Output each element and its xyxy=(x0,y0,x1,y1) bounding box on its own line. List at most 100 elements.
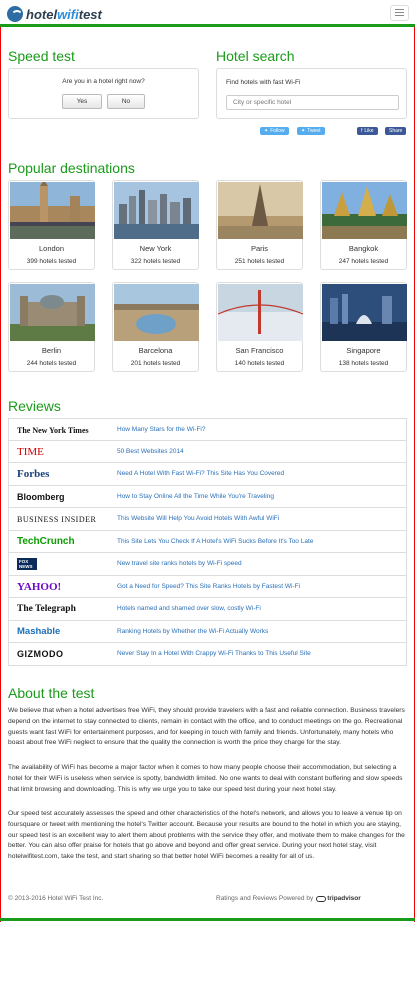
hotel-search-label: Find hotels with fast Wi-Fi xyxy=(226,79,301,86)
tweet-label: Tweet xyxy=(307,128,321,134)
techcrunch-logo: TechCrunch xyxy=(17,536,75,547)
review-row: BUSINESS INSIDER This Website Will Help … xyxy=(8,508,407,531)
review-row: TechCrunch This Site Lets You Check If A… xyxy=(8,530,407,553)
new-york-image xyxy=(114,182,199,239)
twitter-icon: ✦ xyxy=(264,128,269,134)
powered-by: Ratings and Reviews Powered by tripadvis… xyxy=(216,895,361,902)
city-name: San Francisco xyxy=(235,346,284,355)
telegraph-logo: The Telegraph xyxy=(17,604,76,614)
brand-part-test: test xyxy=(78,6,102,22)
reviews-list: The New York Times How Many Stars for th… xyxy=(8,418,407,666)
menu-toggle-button[interactable] xyxy=(390,5,409,21)
review-link[interactable]: 50 Best Websites 2014 xyxy=(117,448,184,455)
fox-news-logo: FOX NEWS xyxy=(17,558,37,570)
about-paragraph-2: The availability of WiFi has become a ma… xyxy=(8,764,403,793)
destination-card-barcelona[interactable]: Barcelona 201 hotels tested xyxy=(112,282,199,372)
review-row: FOX NEWS New travel site ranks hotels by… xyxy=(8,553,407,576)
review-link[interactable]: Got a Need for Speed? This Site Ranks Ho… xyxy=(117,583,300,590)
city-name: Berlin xyxy=(41,346,62,355)
speed-test-question: Are you in a hotel right now? xyxy=(62,78,145,85)
page: hotel wifi test Speed test Are you in a ho… xyxy=(0,0,415,1000)
reviews-title: Reviews xyxy=(8,398,61,414)
san-francisco-image xyxy=(218,284,303,341)
review-row: YAHOO! Got a Need for Speed? This Site R… xyxy=(8,575,407,598)
yes-button[interactable]: Yes xyxy=(62,94,102,109)
review-link[interactable]: Hotels named and shamed over slow, costl… xyxy=(117,605,261,612)
twitter-follow-button[interactable]: ✦ Follow xyxy=(260,127,289,135)
destination-card-singapore[interactable]: Singapore 138 hotels tested xyxy=(320,282,407,372)
twitter-icon: ✦ xyxy=(301,128,306,134)
hotels-tested-count: 140 hotels tested xyxy=(234,360,285,367)
hamburger-bar xyxy=(395,12,404,13)
review-link[interactable]: This Website Will Help You Avoid Hotels … xyxy=(117,515,279,522)
destination-card-berlin[interactable]: Berlin 244 hotels tested xyxy=(8,282,95,372)
review-row: The New York Times How Many Stars for th… xyxy=(8,418,407,441)
tripadvisor-logo[interactable]: tripadvisor xyxy=(316,895,361,902)
review-link[interactable]: Never Stay In a Hotel With Crappy Wi-Fi … xyxy=(117,650,311,657)
brand-part-hotel: hotel xyxy=(26,6,58,22)
review-link[interactable]: This Site Lets You Check If A Hotel's Wi… xyxy=(117,538,313,545)
review-row: The Telegraph Hotels named and shamed ov… xyxy=(8,598,407,621)
city-name: New York xyxy=(139,244,172,253)
bangkok-image xyxy=(322,182,407,239)
london-image xyxy=(10,182,95,239)
hotels-tested-count: 244 hotels tested xyxy=(26,360,77,367)
destination-card-new-york[interactable]: New York 322 hotels tested xyxy=(112,180,199,270)
hotel-search-title: Hotel search xyxy=(216,48,295,64)
hotels-tested-count: 399 hotels tested xyxy=(26,258,77,265)
review-link[interactable]: Ranking Hotels by Whether the Wi-Fi Actu… xyxy=(117,628,268,635)
facebook-share-button[interactable]: Share xyxy=(385,127,407,135)
speed-test-title: Speed test xyxy=(8,48,75,64)
destination-card-bangkok[interactable]: Bangkok 247 hotels tested xyxy=(320,180,407,270)
follow-label: Follow xyxy=(270,128,285,134)
destination-card-paris[interactable]: Paris 251 hotels tested xyxy=(216,180,303,270)
like-label: Like xyxy=(364,128,374,134)
navbar: hotel wifi test xyxy=(0,0,415,27)
city-name: London xyxy=(38,244,65,253)
review-row: Mashable Ranking Hotels by Whether the W… xyxy=(8,620,407,643)
hotels-tested-count: 251 hotels tested xyxy=(234,258,285,265)
about-paragraph-3: Our speed test accurately assesses the s… xyxy=(8,810,405,861)
page-frame-bottom xyxy=(0,918,415,921)
hamburger-bar xyxy=(395,15,404,16)
hotels-tested-count: 247 hotels tested xyxy=(338,258,389,265)
facebook-like-button[interactable]: f Like xyxy=(357,127,378,135)
about-paragraph-1: We believe that when a hotel advertises … xyxy=(8,707,405,747)
review-link[interactable]: Need A Hotel With Fast Wi-Fi? This Site … xyxy=(117,470,284,477)
city-name: Singapore xyxy=(346,346,381,355)
review-link[interactable]: New travel site ranks hotels by Wi-Fi sp… xyxy=(117,560,242,567)
wifi-logo-icon xyxy=(7,6,23,22)
hotel-search-panel: Find hotels with fast Wi-Fi City or spec… xyxy=(216,68,407,119)
city-name: Barcelona xyxy=(138,346,173,355)
facebook-icon: f xyxy=(361,128,363,134)
destination-card-san-francisco[interactable]: San Francisco 140 hotels tested xyxy=(216,282,303,372)
hotel-search-input[interactable]: City or specific hotel xyxy=(226,95,399,110)
city-name: Bangkok xyxy=(348,244,379,253)
city-name: Paris xyxy=(250,244,269,253)
popular-destinations-title: Popular destinations xyxy=(8,160,135,176)
bloomberg-logo: Bloomberg xyxy=(17,491,65,502)
singapore-image xyxy=(322,284,407,341)
owl-icon xyxy=(316,895,327,902)
tripadvisor-text: tripadvisor xyxy=(327,895,361,902)
no-button[interactable]: No xyxy=(107,94,145,109)
copyright-text: © 2013-2016 Hotel WiFi Test Inc. xyxy=(8,895,104,902)
review-row: Bloomberg How to Stay Online All the Tim… xyxy=(8,485,407,508)
paris-image xyxy=(218,182,303,239)
destination-card-london[interactable]: London 399 hotels tested xyxy=(8,180,95,270)
speed-test-panel: Are you in a hotel right now? Yes No xyxy=(8,68,199,119)
share-label: Share xyxy=(389,128,403,134)
gizmodo-logo: GIZMODO xyxy=(17,649,64,659)
powered-by-text: Ratings and Reviews Powered by xyxy=(216,895,314,902)
yahoo-logo: YAHOO! xyxy=(17,580,62,593)
review-link[interactable]: How Many Stars for the Wi-Fi? xyxy=(117,426,206,433)
review-row: Forbes Need A Hotel With Fast Wi-Fi? Thi… xyxy=(8,463,407,486)
review-link[interactable]: How to Stay Online All the Time While Yo… xyxy=(117,493,274,500)
hotels-tested-count: 201 hotels tested xyxy=(130,360,181,367)
forbes-logo: Forbes xyxy=(17,468,50,480)
about-title: About the test xyxy=(8,685,95,701)
hotels-tested-count: 322 hotels tested xyxy=(130,258,181,265)
business-insider-logo: BUSINESS INSIDER xyxy=(17,514,97,524)
brand-logo[interactable]: hotel wifi test xyxy=(7,4,102,24)
tweet-button[interactable]: ✦ Tweet xyxy=(297,127,325,135)
